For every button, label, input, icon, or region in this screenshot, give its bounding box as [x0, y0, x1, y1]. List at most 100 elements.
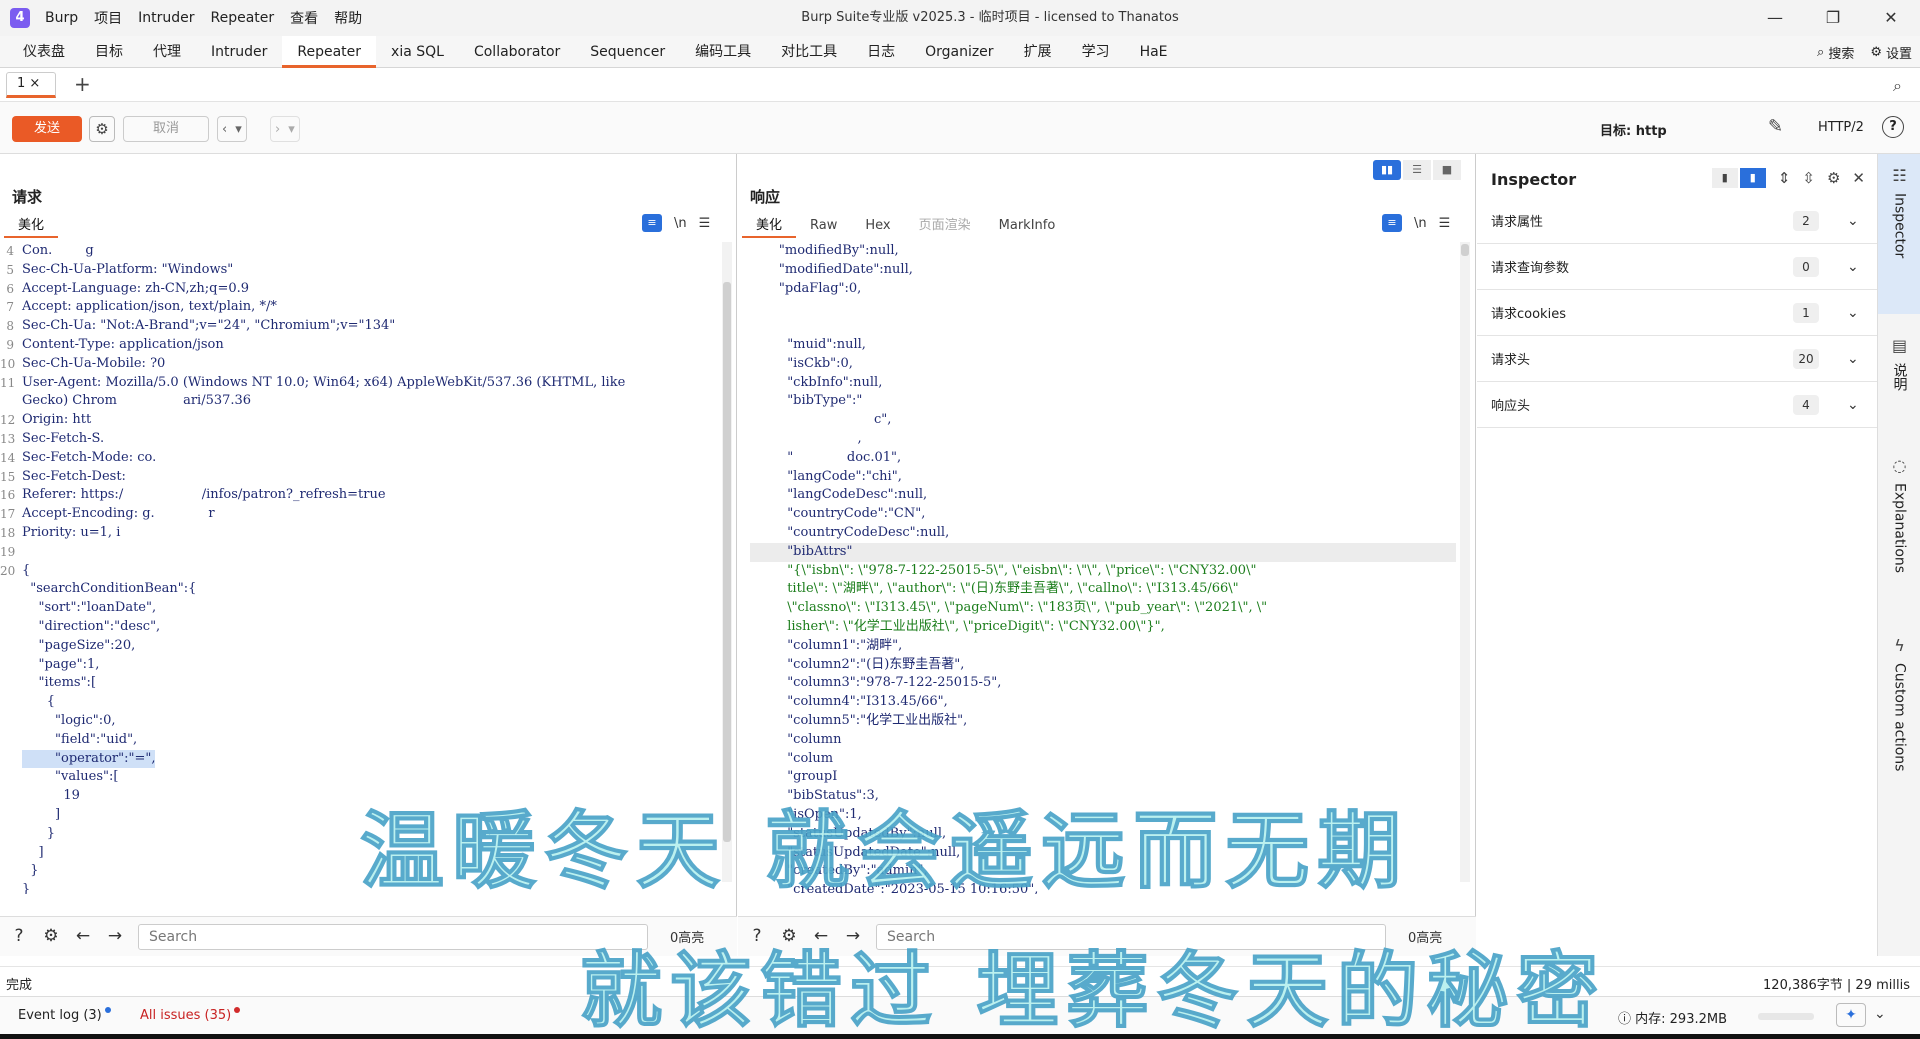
tab-response-hex[interactable]: Hex — [851, 214, 904, 238]
chevron-down-icon[interactable]: ⌄ — [1847, 259, 1859, 275]
response-code-line: "bibType":" — [750, 393, 863, 409]
menu-icon[interactable]: ☰ — [1439, 216, 1451, 231]
tab-response-markinfo[interactable]: MarkInfo — [985, 214, 1070, 238]
menu-project[interactable]: 项目 — [89, 8, 127, 28]
search-icon[interactable]: ⌕ — [1893, 76, 1902, 96]
gear-icon[interactable]: ⚙ — [38, 924, 64, 950]
chevron-down-icon[interactable]: ⌄ — [1847, 351, 1859, 367]
inspector-row-request-headers[interactable]: 请求头 20 ⌄ — [1477, 336, 1877, 382]
edit-target-pencil-icon[interactable]: ✎ — [1768, 116, 1783, 137]
newline-icon[interactable]: \n — [1414, 216, 1427, 231]
help-icon[interactable]: ? — [6, 924, 32, 950]
tab-target[interactable]: 目标 — [80, 36, 138, 68]
expand-all-icon[interactable]: ⇕ — [1778, 169, 1791, 187]
menu-intruder[interactable]: Intruder — [133, 10, 199, 26]
line-number — [0, 881, 22, 894]
tab-dashboard[interactable]: 仪表盘 — [8, 36, 80, 68]
tab-organizer[interactable]: Organizer — [910, 36, 1008, 68]
tab-decoder[interactable]: 编码工具 — [680, 36, 766, 68]
ai-sparkle-icon[interactable]: ✦ — [1836, 1003, 1866, 1027]
tab-proxy[interactable]: 代理 — [138, 36, 196, 68]
menu-icon[interactable]: ☰ — [699, 216, 711, 231]
wrap-icon[interactable]: ≡ — [1382, 214, 1402, 232]
rail-explanations[interactable]: ◌ Explanations — [1878, 444, 1920, 604]
menu-burp[interactable]: Burp — [40, 10, 83, 26]
wrap-icon[interactable]: ≡ — [642, 214, 662, 232]
tab-intruder[interactable]: Intruder — [196, 36, 282, 68]
collapse-all-icon[interactable]: ⇳ — [1802, 169, 1815, 187]
menu-view[interactable]: 查看 — [285, 8, 323, 28]
tab-collaborator[interactable]: Collaborator — [459, 36, 575, 68]
scrollbar-thumb[interactable] — [1461, 244, 1469, 256]
chevron-down-icon[interactable]: ⌄ — [1847, 213, 1859, 229]
window-controls: — ❐ ✕ — [1746, 0, 1920, 36]
layout-split-vertical-icon[interactable]: ▮▮ — [1373, 160, 1401, 180]
event-log-link[interactable]: Event log (3) — [18, 1007, 111, 1023]
request-code-text: } — [22, 882, 31, 894]
close-icon[interactable]: ✕ — [1852, 169, 1865, 187]
cancel-button[interactable]: 取消 — [123, 116, 209, 142]
line-number: 7 — [6, 300, 14, 315]
inspector-layout-icon[interactable]: ▮ — [1711, 168, 1738, 188]
inspector-row-cookies[interactable]: 请求cookies 1 ⌄ — [1477, 290, 1877, 336]
tab-comparer[interactable]: 对比工具 — [766, 36, 852, 68]
tab-sequencer[interactable]: Sequencer — [575, 36, 680, 68]
inspector-row-response-headers[interactable]: 响应头 4 ⌄ — [1477, 382, 1877, 428]
http-version-label[interactable]: HTTP/2 — [1818, 120, 1864, 135]
close-window-button[interactable]: ✕ — [1862, 0, 1920, 36]
inspector-layout-active-icon[interactable]: ▮ — [1739, 168, 1766, 188]
chevron-down-icon[interactable]: ⌄ — [1847, 305, 1859, 321]
menu-help[interactable]: 帮助 — [329, 8, 367, 28]
chevron-down-icon[interactable]: ⌄ — [1874, 1006, 1886, 1022]
scrollbar-thumb[interactable] — [723, 282, 731, 842]
restore-button[interactable]: ❐ — [1804, 0, 1862, 36]
layout-single-icon[interactable]: ■ — [1433, 160, 1461, 180]
arrow-left-icon[interactable]: ← — [70, 924, 96, 950]
request-code-text: Priority: u=1, i — [22, 524, 121, 540]
chevron-down-icon[interactable]: ⌄ — [1847, 397, 1859, 413]
history-forward-button[interactable]: › ▾ — [270, 116, 300, 142]
repeater-tab-1[interactable]: 1 × — [6, 72, 56, 98]
search-icon[interactable]: ⌕ — [1817, 45, 1824, 60]
inspector-row-count: 1 — [1793, 302, 1819, 323]
response-code-line — [750, 317, 1456, 336]
newline-icon[interactable]: \n — [674, 216, 687, 231]
tab-xia-sql[interactable]: xia SQL — [376, 36, 459, 68]
inspector-row-request-attributes[interactable]: 请求属性 2 ⌄ — [1477, 198, 1877, 244]
arrow-right-icon[interactable]: → — [102, 924, 128, 950]
target-label[interactable]: 目标: http — [1600, 120, 1667, 139]
tab-response-pretty[interactable]: 美化 — [742, 214, 797, 238]
tab-response-render[interactable]: 页面渲染 — [905, 214, 985, 238]
tab-extensions[interactable]: 扩展 — [1009, 36, 1067, 68]
gear-icon[interactable]: ⚙ — [1827, 169, 1840, 187]
tab-request-pretty[interactable]: 美化 — [4, 214, 59, 238]
rail-custom-actions[interactable]: ϟ Custom actions — [1878, 624, 1920, 814]
gear-icon[interactable]: ⚙ — [1870, 45, 1882, 60]
send-button[interactable]: 发送 — [12, 116, 82, 142]
all-issues-link[interactable]: All issues (35) — [140, 1007, 241, 1023]
request-code-line: 14 Sec-Fetch-Mode: co. — [0, 449, 720, 468]
tab-repeater[interactable]: Repeater — [282, 36, 377, 68]
tab-learn[interactable]: 学习 — [1067, 36, 1125, 68]
minimize-button[interactable]: — — [1746, 0, 1804, 36]
tab-logger[interactable]: 日志 — [852, 36, 910, 68]
rail-inspector[interactable]: ☷ Inspector — [1878, 154, 1920, 314]
tab-hae[interactable]: HaE — [1125, 36, 1183, 68]
history-back-button[interactable]: ‹ ▾ — [217, 116, 247, 142]
request-search-input[interactable]: Search — [138, 923, 648, 950]
memory-usage: ⓘ 内存: 293.2MB — [1618, 1008, 1727, 1027]
menu-repeater[interactable]: Repeater — [206, 10, 280, 26]
add-tab-button[interactable]: + — [74, 72, 91, 96]
repeater-toolbar: 发送 ⚙ 取消 ‹ ▾ › ▾ 目标: http ✎ HTTP/2 ? — [0, 102, 1920, 154]
settings-button[interactable]: 设置 — [1886, 43, 1912, 62]
help-icon[interactable]: ? — [1882, 116, 1904, 138]
response-scrollbar[interactable] — [1460, 242, 1470, 882]
layout-split-horizontal-icon[interactable]: ☰ — [1403, 160, 1431, 180]
global-search-button[interactable]: 搜索 — [1828, 43, 1854, 62]
tab-response-raw[interactable]: Raw — [796, 214, 851, 238]
rail-notes[interactable]: ▤ 说明 — [1878, 324, 1920, 424]
line-number — [0, 825, 22, 844]
send-settings-gear-icon[interactable]: ⚙ — [89, 116, 115, 142]
request-title: 请求 — [12, 188, 43, 206]
inspector-row-query-params[interactable]: 请求查询参数 0 ⌄ — [1477, 244, 1877, 290]
